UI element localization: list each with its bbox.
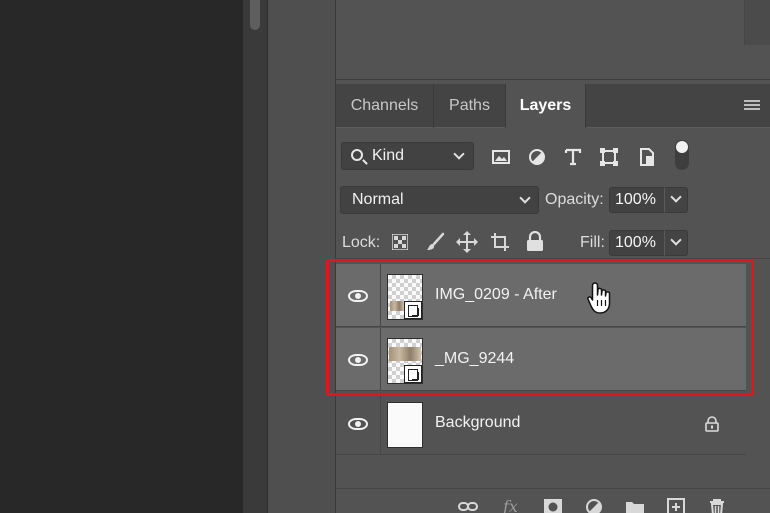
chevron-down-icon [453, 148, 465, 160]
layers-bottom-toolbar: fx [336, 488, 770, 513]
blend-mode-value: Normal [352, 191, 404, 208]
add-mask-icon[interactable] [543, 497, 563, 513]
blend-mode-select[interactable]: Normal [340, 186, 539, 214]
tab-layers[interactable]: Layers [506, 84, 586, 128]
tab-paths[interactable]: Paths [434, 84, 506, 128]
upper-panel-scrollbar[interactable] [744, 0, 770, 45]
hand-cursor-icon [587, 282, 611, 314]
lock-artboard-icon[interactable] [490, 232, 510, 252]
filter-kind-select[interactable]: Kind [341, 142, 474, 170]
opacity-dropdown[interactable] [664, 187, 688, 213]
upper-panel [336, 0, 770, 80]
chevron-down-icon [670, 234, 682, 246]
panel-dock-gutter [267, 0, 335, 513]
filter-kind-label: Kind [372, 147, 405, 164]
svg-text:fx: fx [502, 497, 518, 513]
panel-tabs: Channels Paths Layers [336, 84, 770, 128]
lock-label: Lock: [342, 234, 381, 251]
canvas-scrollbar[interactable] [243, 0, 267, 513]
visibility-toggle[interactable] [336, 392, 381, 454]
chevron-down-icon [519, 192, 531, 204]
image-filter-icon[interactable] [491, 147, 511, 167]
adjustment-filter-icon[interactable] [527, 147, 547, 167]
eye-icon [348, 418, 368, 430]
layer-row[interactable]: Background [336, 392, 746, 455]
opacity-input[interactable]: 100% [609, 187, 665, 213]
lock-position-icon[interactable] [456, 231, 478, 253]
layer-filter-row: Kind [336, 140, 770, 174]
new-group-icon[interactable] [625, 497, 645, 513]
smart-object-filter-icon[interactable] [637, 147, 657, 167]
selected-layers-highlight [326, 259, 754, 396]
fill-label: Fill: [580, 234, 605, 251]
panel-menu-icon[interactable] [744, 100, 760, 112]
type-filter-icon[interactable] [563, 147, 583, 167]
link-layers-icon[interactable] [458, 497, 478, 513]
layer-name[interactable]: Background [435, 414, 520, 432]
lock-icon [705, 416, 719, 432]
layers-panel: Channels Paths Layers Kind Normal Opacit… [335, 0, 770, 513]
shape-filter-icon[interactable] [599, 147, 619, 167]
lock-image-pixels-icon[interactable] [425, 232, 445, 252]
opacity-label: Opacity: [545, 191, 604, 208]
document-canvas[interactable] [0, 0, 243, 513]
scrollbar-thumb[interactable] [250, 0, 260, 30]
filter-toggle-switch[interactable] [675, 140, 689, 170]
lock-transparent-pixels-icon[interactable] [392, 234, 408, 250]
lock-row: Lock: Fill: 100% [336, 227, 770, 259]
lock-all-icon[interactable] [526, 231, 544, 251]
fill-input[interactable]: 100% [609, 230, 665, 256]
toggle-knob [676, 141, 688, 153]
new-layer-icon[interactable] [666, 497, 686, 513]
search-icon [351, 149, 363, 161]
fx-icon[interactable]: fx [501, 497, 521, 513]
tab-channels[interactable]: Channels [336, 84, 434, 128]
layer-thumbnail [387, 402, 423, 448]
fill-dropdown[interactable] [664, 230, 688, 256]
blend-row: Normal Opacity: 100% [336, 184, 770, 216]
chevron-down-icon [670, 191, 682, 203]
adjustment-layer-icon[interactable] [584, 497, 604, 513]
delete-layer-icon[interactable] [707, 497, 727, 513]
